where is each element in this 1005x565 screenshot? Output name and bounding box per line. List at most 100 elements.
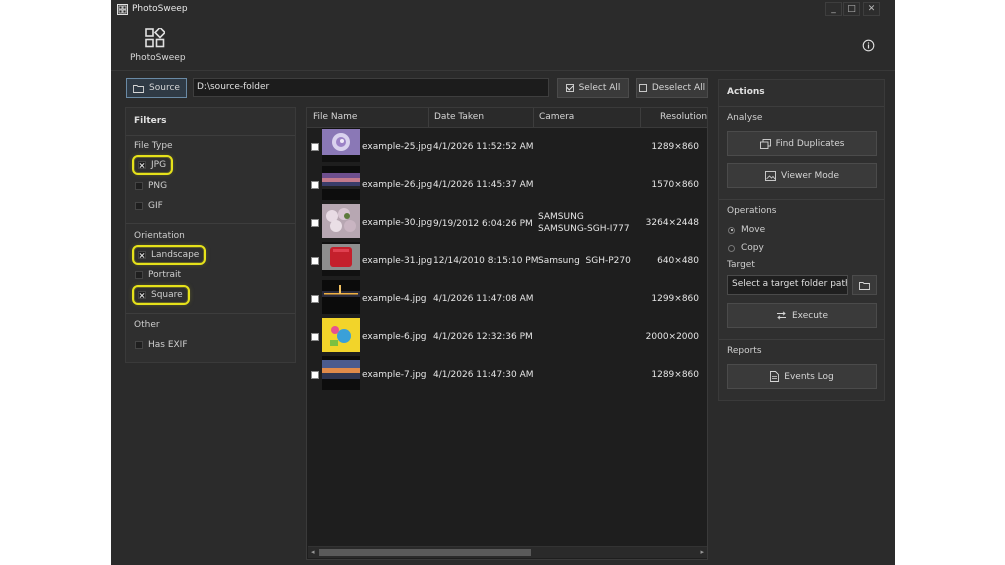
window-title: PhotoSweep	[132, 4, 188, 14]
row-checkbox[interactable]	[311, 371, 319, 379]
source-path-field[interactable]: D:\source-folder	[193, 78, 549, 97]
row-checkbox[interactable]	[311, 257, 319, 265]
info-icon[interactable]	[862, 39, 875, 52]
copy-label: Copy	[741, 243, 764, 253]
resolution: 1299×860	[651, 294, 699, 304]
table-row[interactable]: 9/19/2012 6:04:26 PM example-30.jpg SAMS…	[307, 204, 707, 242]
actions-title: Actions	[727, 87, 765, 97]
resolution: 2000×2000	[645, 332, 699, 342]
column-header-resolution[interactable]: Resolution	[660, 112, 707, 122]
thumbnail-image	[322, 356, 360, 390]
actions-panel: Actions Analyse Find Duplicates Viewer M…	[718, 79, 885, 401]
brand-home-button[interactable]: PhotoSweep	[130, 28, 186, 63]
scroll-right-icon[interactable]: ▸	[700, 548, 704, 556]
execute-button[interactable]: Execute	[727, 303, 877, 328]
thumbnail-image	[322, 204, 360, 238]
filter-jpg[interactable]: JPG	[131, 155, 174, 175]
filters-panel: Filters File Type JPG PNG GIF Orientatio…	[125, 107, 296, 363]
row-checkbox[interactable]	[311, 295, 319, 303]
resolution: 640×480	[657, 256, 699, 266]
date-taken: 4/1/2026 12:32:36 PM	[433, 332, 533, 342]
column-header-camera[interactable]: Camera	[539, 112, 574, 122]
row-checkbox[interactable]	[311, 181, 319, 189]
deselect-all-button[interactable]: Deselect All	[636, 78, 708, 98]
header-divider	[111, 70, 895, 71]
duplicates-icon	[759, 138, 771, 149]
divider	[126, 313, 295, 314]
move-radio[interactable]: Move	[728, 225, 765, 235]
date-taken: 4/1/2026 11:47:08 AM	[433, 294, 534, 304]
filter-gif[interactable]: GIF	[135, 199, 163, 213]
row-checkbox[interactable]	[311, 333, 319, 341]
row-checkbox[interactable]	[311, 143, 319, 151]
maximize-button[interactable]: □	[843, 2, 860, 16]
column-header-file-name[interactable]: File Name	[313, 112, 357, 122]
date-taken: 4/1/2026 11:45:37 AM	[433, 180, 534, 190]
filter-label: PNG	[148, 181, 168, 191]
title-bar: PhotoSweep _ □ ✕	[111, 0, 895, 20]
events-log-label: Events Log	[784, 371, 834, 382]
operations-label: Operations	[727, 206, 777, 216]
file-name: example-25.jpg	[362, 142, 433, 152]
resolution: 1289×860	[651, 370, 699, 380]
column-divider[interactable]	[428, 108, 429, 127]
select-all-button[interactable]: Select All	[557, 78, 629, 98]
checkbox-empty-icon	[135, 271, 143, 279]
filter-square[interactable]: Square	[132, 285, 190, 305]
resolution: 3264×2448	[645, 218, 699, 228]
close-button[interactable]: ✕	[863, 2, 880, 16]
events-log-button[interactable]: Events Log	[727, 364, 877, 389]
select-all-label: Select All	[578, 83, 621, 93]
checkbox-checked-icon	[565, 84, 574, 92]
image-viewer-icon	[765, 170, 776, 181]
target-folder-input[interactable]: Select a target folder path...	[727, 275, 848, 295]
minimize-icon: _	[831, 4, 836, 14]
filter-png[interactable]: PNG	[135, 179, 167, 193]
column-divider[interactable]	[533, 108, 534, 127]
app-logo-icon	[117, 4, 128, 15]
file-name: example-4.jpg	[362, 294, 427, 304]
table-row[interactable]: example-26.jpg 4/1/2026 11:45:37 AM 1570…	[307, 166, 707, 204]
find-duplicates-button[interactable]: Find Duplicates	[727, 131, 877, 156]
table-row[interactable]: example-4.jpg 4/1/2026 11:47:08 AM 1299×…	[307, 280, 707, 318]
filter-portrait[interactable]: Portrait	[135, 268, 181, 282]
table-header: File Name Date Taken Camera Resolution	[307, 108, 707, 128]
filter-label: Landscape	[151, 250, 200, 260]
checkbox-checked-icon	[138, 251, 146, 259]
source-button[interactable]: Source	[126, 78, 187, 98]
filter-landscape[interactable]: Landscape	[131, 245, 207, 265]
table-row[interactable]: example-6.jpg 4/1/2026 12:32:36 PM 2000×…	[307, 318, 707, 356]
viewer-mode-label: Viewer Mode	[781, 170, 839, 181]
filter-has-exif[interactable]: Has EXIF	[135, 338, 188, 352]
file-name: example-7.jpg	[362, 370, 427, 380]
file-name: example-31.jpg	[362, 256, 433, 266]
horizontal-scrollbar[interactable]: ◂ ▸	[308, 546, 707, 558]
checkbox-empty-icon	[135, 341, 143, 349]
table-row[interactable]: example-25.jpg 4/1/2026 11:52:52 AM 1289…	[307, 128, 707, 166]
minimize-button[interactable]: _	[825, 2, 842, 16]
move-label: Move	[741, 225, 766, 235]
viewer-mode-button[interactable]: Viewer Mode	[727, 163, 877, 188]
table-row[interactable]: example-7.jpg 4/1/2026 11:47:30 AM 1289×…	[307, 356, 707, 394]
brand-label: PhotoSweep	[130, 53, 186, 63]
reports-label: Reports	[727, 346, 762, 356]
camera-model: Samsung SGH-P270	[538, 256, 631, 266]
column-divider[interactable]	[640, 108, 641, 127]
thumbnail-image	[322, 128, 360, 162]
filter-label: Square	[151, 290, 183, 300]
table-row[interactable]: example-31.jpg 12/14/2010 8:15:10 PM Sam…	[307, 242, 707, 280]
resolution: 1570×860	[651, 180, 699, 190]
row-checkbox[interactable]	[311, 219, 319, 227]
thumbnail-image	[322, 280, 360, 314]
divider	[719, 339, 884, 340]
scrollbar-thumb[interactable]	[319, 549, 531, 556]
date-taken: 12/14/2010 8:15:10 PM	[433, 256, 539, 266]
scroll-left-icon[interactable]: ◂	[311, 548, 315, 556]
column-header-date-taken[interactable]: Date Taken	[434, 112, 484, 122]
copy-radio[interactable]: Copy	[728, 243, 764, 253]
divider	[126, 135, 295, 136]
file-name: example-6.jpg	[362, 332, 427, 342]
filter-label: GIF	[148, 201, 163, 211]
filter-label: JPG	[151, 160, 167, 170]
browse-target-button[interactable]	[852, 275, 877, 295]
